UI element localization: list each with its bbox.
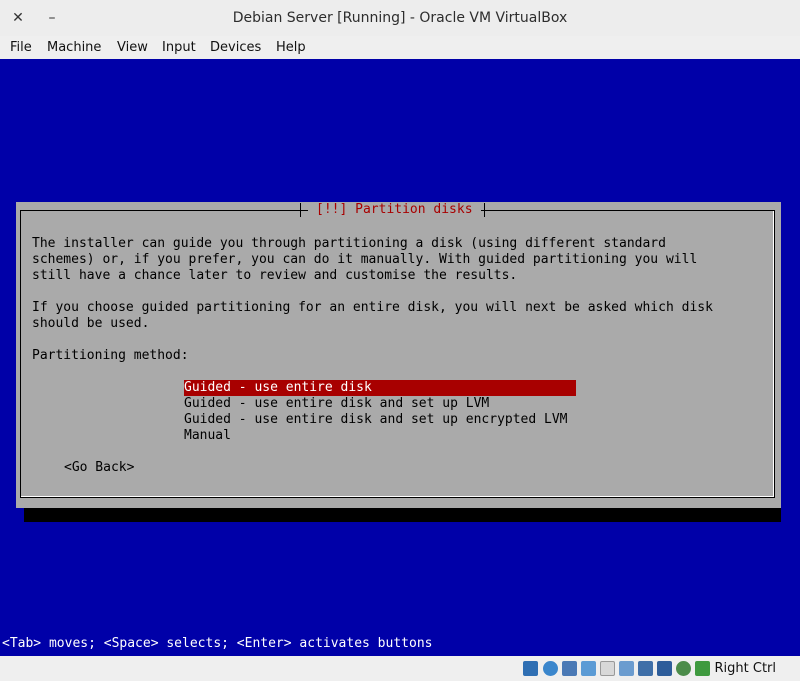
mouse-integration-icon[interactable] xyxy=(695,661,710,676)
optical-drive-icon[interactable] xyxy=(543,661,558,676)
intro-line-1: The installer can guide you through part… xyxy=(32,236,666,251)
hard-disk-icon[interactable] xyxy=(523,661,538,676)
close-icon[interactable]: ✕ xyxy=(6,6,30,30)
host-key-label: Right Ctrl xyxy=(714,661,777,676)
shared-folders-icon[interactable] xyxy=(619,661,634,676)
audio-icon[interactable] xyxy=(562,661,577,676)
intro-line-3: still have a chance later to review and … xyxy=(32,268,518,283)
disk-question-line-2: should be used. xyxy=(32,316,150,331)
go-back-button[interactable]: <Go Back> xyxy=(64,460,134,476)
menu-file[interactable]: File xyxy=(9,36,33,59)
method-label: Partitioning method: xyxy=(32,348,189,363)
display-icon[interactable] xyxy=(638,661,653,676)
status-bar: Right Ctrl xyxy=(0,656,800,681)
option-guided-lvm[interactable]: Guided - use entire disk and set up LVM xyxy=(184,396,576,412)
network-icon[interactable] xyxy=(581,661,596,676)
menu-view[interactable]: View xyxy=(116,36,149,59)
usb-icon[interactable] xyxy=(600,661,615,676)
menu-input[interactable]: Input xyxy=(161,36,197,59)
partition-dialog: [!!] Partition disks The installer can g… xyxy=(16,202,781,508)
vm-screen[interactable]: [!!] Partition disks The installer can g… xyxy=(0,59,800,656)
window-title: Debian Server [Running] - Oracle VM Virt… xyxy=(232,10,568,26)
minimize-icon[interactable]: – xyxy=(40,6,64,30)
video-capture-icon[interactable] xyxy=(657,661,672,676)
option-guided-encrypted-lvm[interactable]: Guided - use entire disk and set up encr… xyxy=(184,412,576,428)
window-titlebar: Debian Server [Running] - Oracle VM Virt… xyxy=(0,0,800,36)
menu-help[interactable]: Help xyxy=(275,36,307,59)
intro-line-2: schemes) or, if you prefer, you can do i… xyxy=(32,252,698,267)
keyboard-hint: <Tab> moves; <Space> selects; <Enter> ac… xyxy=(2,636,433,651)
menu-machine[interactable]: Machine xyxy=(46,36,102,59)
title-divider-right xyxy=(484,203,485,217)
menu-devices[interactable]: Devices xyxy=(209,36,262,59)
option-manual[interactable]: Manual xyxy=(184,428,576,444)
virtualization-icon[interactable] xyxy=(676,661,691,676)
menu-bar: File Machine View Input Devices Help xyxy=(0,36,800,59)
dialog-title: [!!] Partition disks xyxy=(308,202,481,218)
option-guided-entire-disk[interactable]: Guided - use entire disk xyxy=(184,380,576,396)
title-divider-left xyxy=(300,203,301,217)
disk-question-line-1: If you choose guided partitioning for an… xyxy=(32,300,713,315)
